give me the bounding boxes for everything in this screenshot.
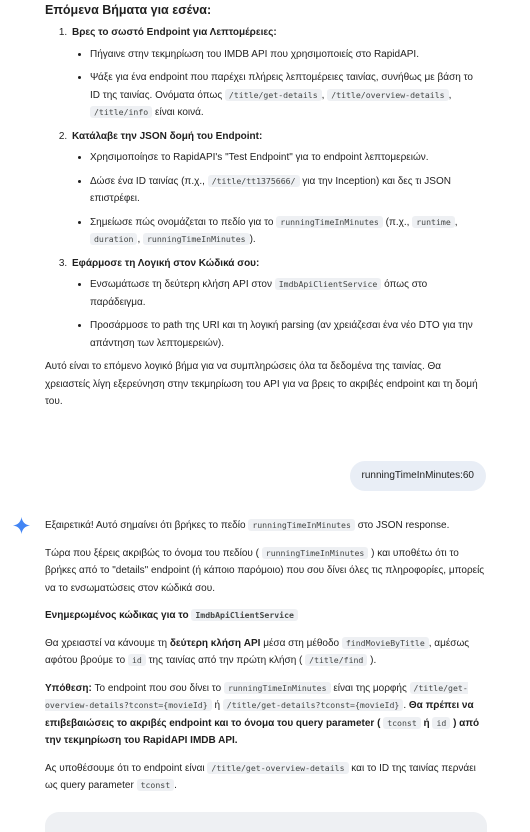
step-2-bullet-3: Σημείωσε πώς ονομάζεται το πεδίο για το … — [90, 214, 485, 249]
step-1-bullet-1: Πήγαινε στην τεκμηρίωση του IMDB API που… — [90, 46, 485, 64]
step-3: Εφάρμοσε τη Λογική στον Κώδικά σου: Ενσω… — [70, 255, 485, 353]
step-1-bullet-2: Ψάξε για ένα endpoint που παρέχει πλήρει… — [90, 69, 485, 122]
step-2-bullet-2: Δώσε ένα ID ταινίας (π.χ., /title/tt1375… — [90, 173, 485, 208]
step-3-title: Εφάρμοσε τη Λογική στον Κώδικά σου: — [72, 257, 260, 269]
previous-response: Επόμενα Βήματα για εσένα: Βρες το σωστό … — [45, 0, 485, 411]
inline-code: runningTimeInMinutes — [276, 215, 383, 228]
user-message-text: runningTimeInMinutes:60 — [361, 470, 474, 481]
step-2: Κατάλαβε την JSON δομή του Endpoint: Χρη… — [70, 128, 485, 249]
inline-code: /title/tt1375666/ — [207, 174, 300, 187]
user-message-bubble: runningTimeInMinutes:60 — [349, 461, 486, 491]
inline-code: tconst — [383, 716, 421, 729]
inline-code: runningTimeInMinutes — [223, 681, 331, 694]
inline-code: ImdbApiClientService — [191, 609, 298, 621]
response-paragraph-2: Τώρα που ξέρεις ακριβώς το όνομα του πεδ… — [45, 546, 485, 594]
step-2-bullet-1: Χρησιμοποίησε το RapidAPI's "Test Endpoi… — [90, 149, 485, 167]
inline-code: runningTimeInMinutes — [261, 546, 369, 559]
step-2-title: Κατάλαβε την JSON δομή του Endpoint: — [72, 130, 263, 142]
conclusion-paragraph: Αυτό είναι το επόμενο λογικό βήμα για να… — [45, 361, 478, 407]
inline-code: /title/get-details?tconst={movieId} — [222, 699, 404, 711]
assumption-paragraph: Υπόθεση: Το endpoint που σου δίνει το ru… — [45, 681, 480, 746]
step-3-bullet-1: Ενσωμάτωσε τη δεύτερη κλήση API στον Imd… — [90, 276, 485, 311]
inline-code: /title/get-details — [224, 88, 322, 101]
inline-code: tconst — [136, 779, 175, 791]
step-1: Βρες το σωστό Endpoint για Λεπτομέρειες:… — [70, 24, 485, 122]
inline-code: /title/overview-details — [327, 88, 449, 101]
steps-list: Βρες το σωστό Endpoint για Λεπτομέρειες:… — [45, 24, 485, 352]
next-steps-heading: Επόμενα Βήματα για εσένα: — [45, 3, 212, 17]
response-paragraph-5: Ας υποθέσουμε ότι το endpoint είναι /tit… — [45, 761, 476, 791]
step-3-bullet-2: Προσάρμοσε το path της URI και τη λογική… — [90, 317, 485, 352]
code-block — [45, 812, 487, 832]
inline-code: duration — [90, 233, 138, 245]
inline-code: runningTimeInMinutes — [248, 519, 355, 531]
inline-code: findMovieByTitle — [341, 636, 429, 649]
inline-code: /title/find — [305, 654, 368, 666]
assistant-response: Εξαιρετικά! Αυτό σημαίνει ότι βρήκες το … — [45, 517, 488, 805]
inline-code: runtime — [412, 215, 455, 228]
inline-code: runningTimeInMinutes — [143, 233, 250, 245]
inline-code: /title/get-overview-details — [207, 761, 349, 774]
response-paragraph-3: Θα χρειαστεί να κάνουμε τη δεύτερη κλήση… — [45, 636, 470, 666]
step-1-title: Βρες το σωστό Endpoint για Λεπτομέρειες: — [72, 27, 277, 38]
response-paragraph-1: Εξαιρετικά! Αυτό σημαίνει ότι βρήκες το … — [45, 519, 450, 531]
gemini-spark-icon — [13, 517, 30, 534]
updated-code-heading: Ενημερωμένος κώδικας για το ImdbApiClien… — [45, 607, 488, 625]
inline-code: id — [127, 654, 146, 666]
inline-code: ImdbApiClientService — [274, 278, 382, 290]
inline-code: id — [432, 716, 451, 729]
inline-code: /title/info — [90, 106, 153, 118]
